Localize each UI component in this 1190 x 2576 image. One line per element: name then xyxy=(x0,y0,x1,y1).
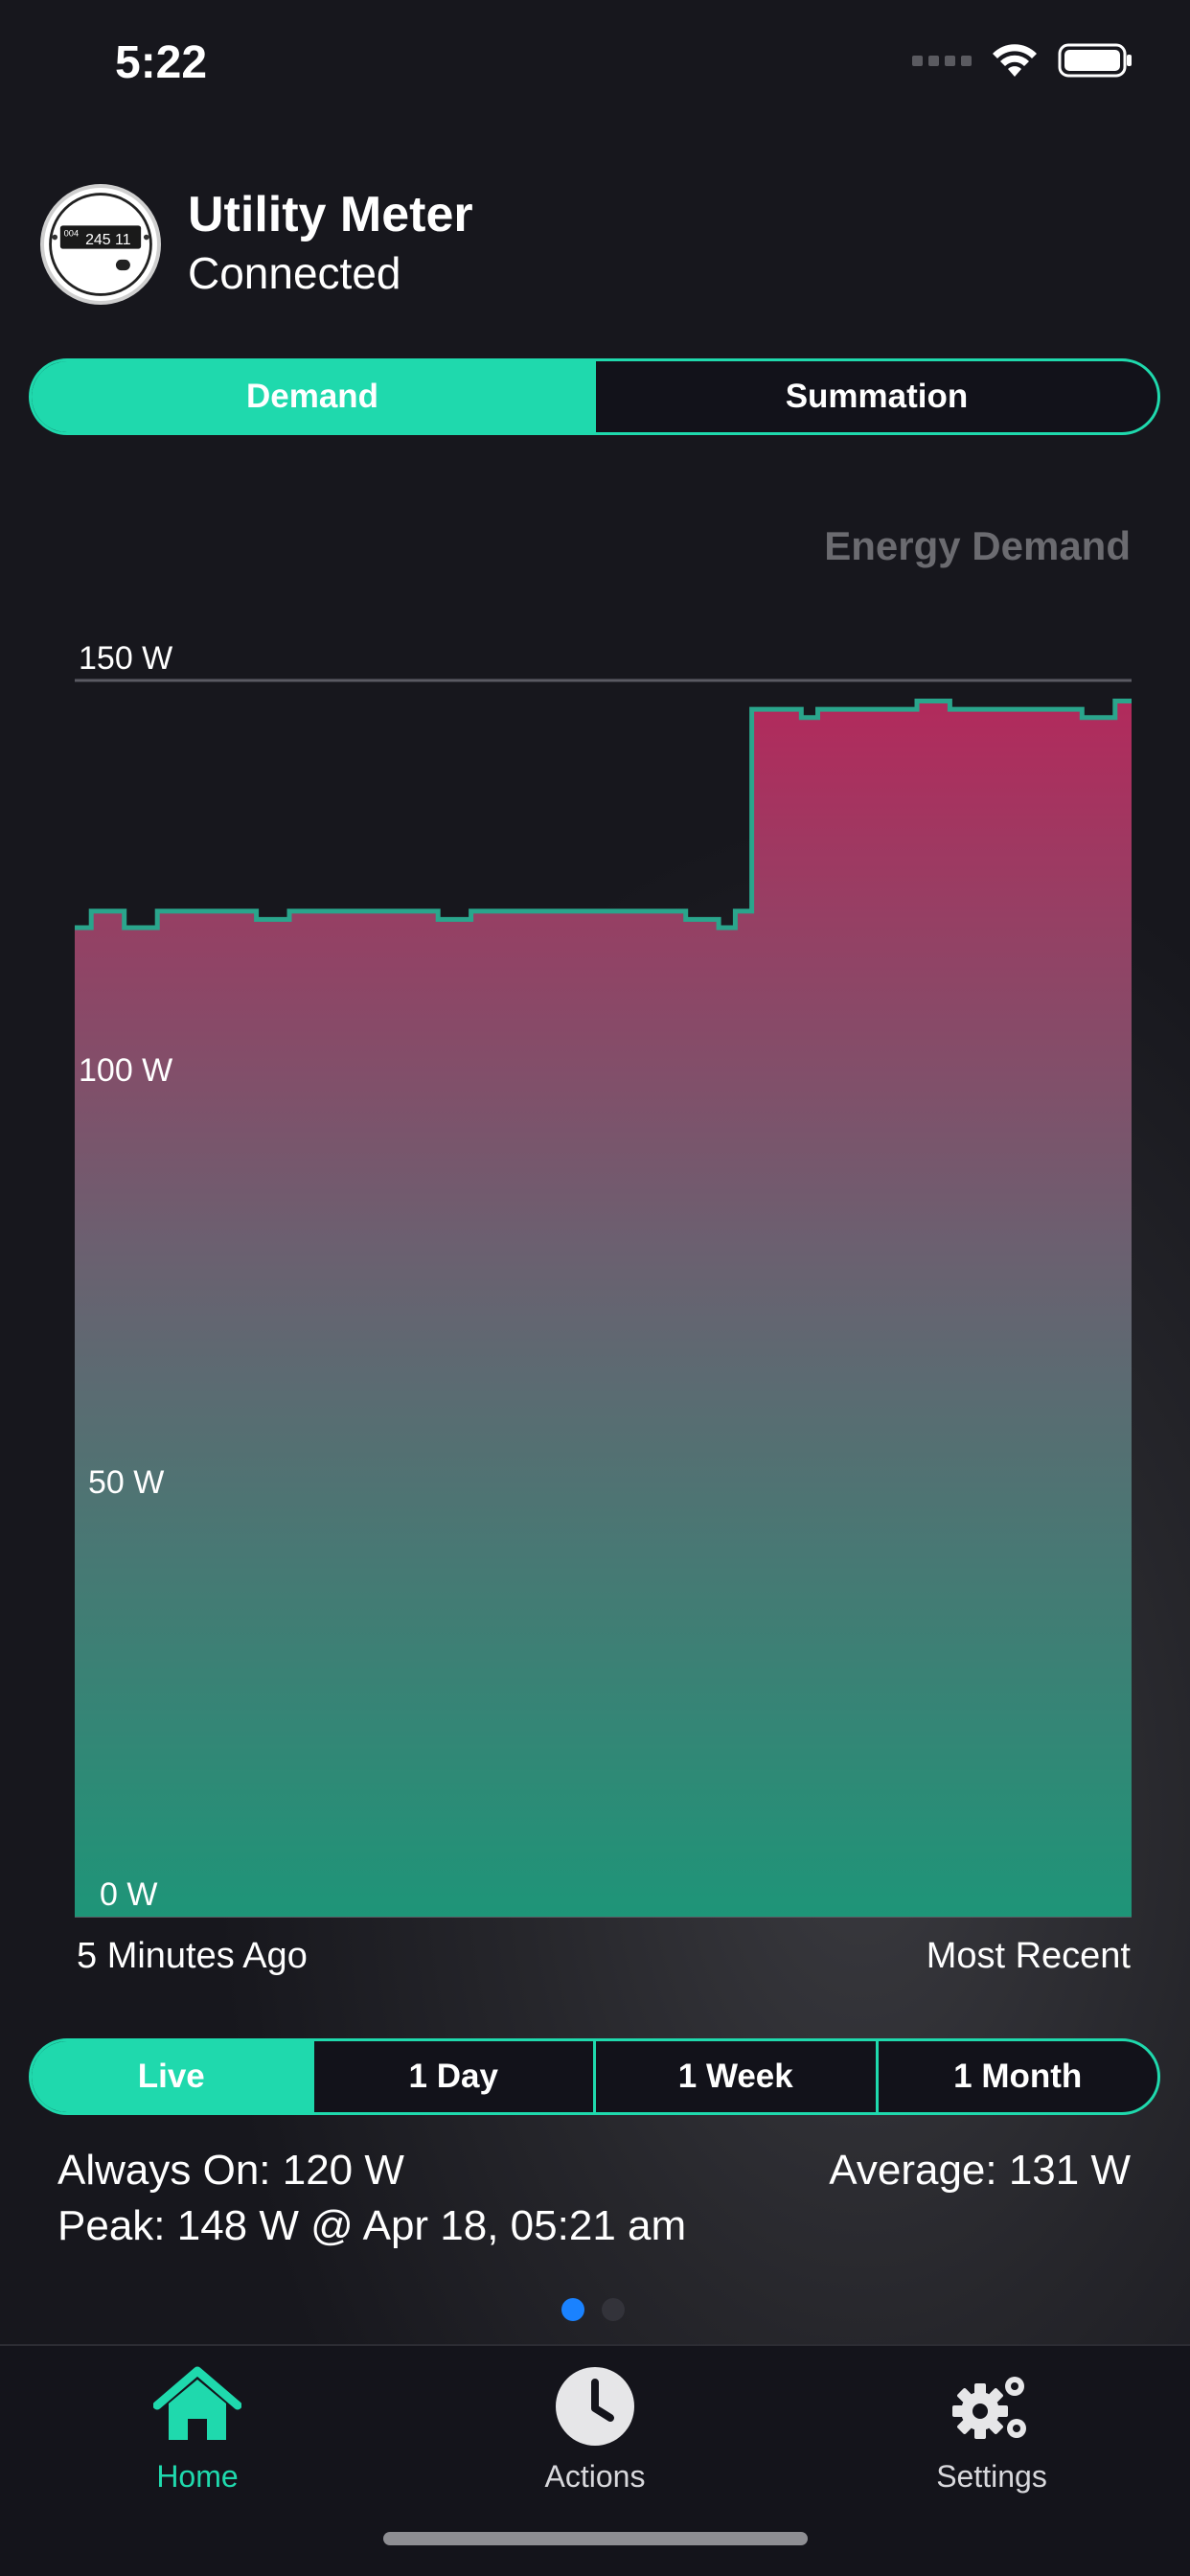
y-tick-label: 100 W xyxy=(79,1052,172,1089)
device-title: Utility Meter xyxy=(188,187,473,242)
y-tick-label: 0 W xyxy=(100,1876,157,1913)
demand-area xyxy=(75,701,1132,1917)
x-label-start: 5 Minutes Ago xyxy=(77,1936,308,1976)
home-icon xyxy=(153,2366,241,2440)
y-tick-label: 50 W xyxy=(88,1464,164,1501)
tabbar-home-label: Home xyxy=(156,2459,239,2494)
energy-demand-chart: 0 W 50 W 100 W 150 W xyxy=(75,640,1132,1918)
tab-1-day[interactable]: 1 Day xyxy=(310,2041,594,2112)
page-dot-1[interactable] xyxy=(561,2298,584,2321)
connection-status: Connected xyxy=(188,248,401,298)
clock-icon xyxy=(556,2367,634,2446)
always-on-stat: Always On: 120 W xyxy=(57,2147,404,2194)
meter-avatar-icon: 004 245 11 xyxy=(40,184,161,305)
gears-icon xyxy=(952,2377,1026,2439)
peak-stat: Peak: 148 W @ Apr 18, 05:21 am xyxy=(57,2202,687,2249)
view-segmented-control: Demand Summation xyxy=(29,358,1160,435)
cellular-signal-icon xyxy=(912,55,972,66)
page-indicator[interactable] xyxy=(561,2298,625,2321)
tab-demand[interactable]: Demand xyxy=(32,361,593,432)
battery-icon xyxy=(1058,43,1132,78)
status-time: 5:22 xyxy=(115,37,208,88)
tabbar-actions[interactable]: Actions xyxy=(461,2365,729,2495)
average-stat: Average: 131 W xyxy=(829,2147,1131,2194)
page-dot-2[interactable] xyxy=(602,2298,625,2321)
tabbar-settings-label: Settings xyxy=(936,2459,1047,2494)
tab-1-month[interactable]: 1 Month xyxy=(875,2041,1158,2112)
meter-reading: 245 11 xyxy=(85,232,131,248)
tab-summation[interactable]: Summation xyxy=(593,361,1157,432)
status-icons xyxy=(912,42,1133,79)
meter-prefix: 004 xyxy=(64,229,80,239)
tabbar-home[interactable]: Home xyxy=(63,2365,332,2495)
tabbar-settings[interactable]: Settings xyxy=(858,2365,1126,2495)
home-indicator[interactable] xyxy=(383,2532,808,2545)
y-tick-label: 150 W xyxy=(79,640,172,677)
x-label-end: Most Recent xyxy=(926,1936,1131,1976)
tab-live[interactable]: Live xyxy=(32,2041,311,2112)
app-screen: 5:22 004 245 11 Utility Meter Connected … xyxy=(0,0,1190,2576)
tabbar-actions-label: Actions xyxy=(544,2459,646,2494)
tab-1-week[interactable]: 1 Week xyxy=(593,2041,876,2112)
range-segmented-control: Live 1 Day 1 Week 1 Month xyxy=(29,2038,1160,2115)
wifi-icon xyxy=(993,44,1037,77)
chart-title: Energy Demand xyxy=(824,523,1131,568)
